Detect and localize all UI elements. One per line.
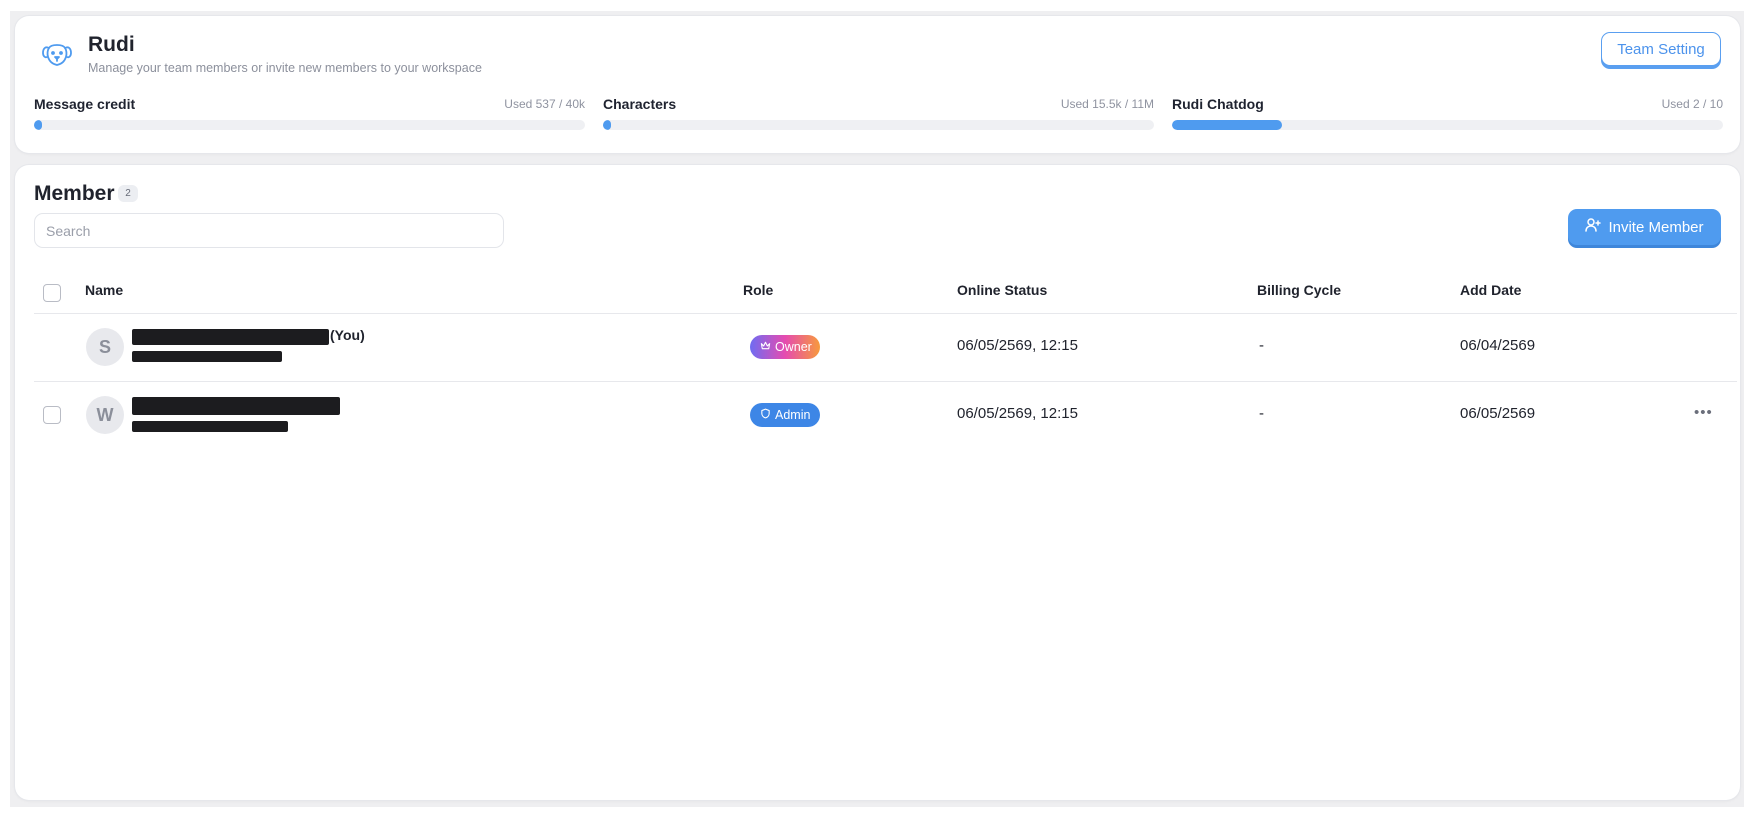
user-plus-icon — [1585, 217, 1602, 237]
workspace-card: Rudi Manage your team members or invite … — [15, 16, 1740, 153]
usage-progress-track — [34, 120, 585, 130]
column-header-role: Role — [743, 282, 774, 298]
redacted-email — [132, 351, 282, 362]
usage-progress-track — [1172, 120, 1723, 130]
redacted-email — [132, 421, 288, 432]
avatar: W — [86, 396, 124, 434]
add-date-cell: 06/05/2569 — [1460, 405, 1536, 422]
crown-icon — [760, 340, 771, 354]
invite-member-button[interactable]: Invite Member — [1568, 209, 1721, 245]
redacted-name — [132, 329, 329, 345]
redacted-name — [132, 397, 340, 415]
role-badge-owner: Owner — [750, 335, 820, 359]
usage-used-text: Used 15.5k / 11M — [1060, 97, 1154, 111]
usage-progress-fill — [34, 120, 42, 130]
select-all-checkbox[interactable] — [43, 284, 61, 302]
you-tag: (You) — [330, 327, 365, 343]
column-header-online-status: Online Status — [957, 282, 1048, 298]
table-row: W Admin 06/05/2569, 12:15 - 06/05/2569 •… — [15, 382, 1740, 448]
usage-progress-fill — [603, 120, 611, 130]
search-input[interactable] — [34, 213, 504, 248]
column-header-name: Name — [85, 282, 124, 298]
member-section-title: Member — [34, 182, 115, 205]
workspace-name: Rudi — [88, 33, 135, 56]
online-status-cell: 06/05/2569, 12:15 — [957, 405, 1078, 422]
table-row: S (You) Owner 06/05/2569, 12:15 - 06/04/… — [15, 314, 1740, 380]
role-badge-admin: Admin — [750, 403, 820, 427]
billing-cycle-cell: - — [1259, 337, 1264, 354]
member-card: Member 2 Invite Member Name Role Online … — [15, 165, 1740, 800]
usage-label: Message credit — [34, 96, 136, 112]
workspace-subtitle: Manage your team members or invite new m… — [88, 61, 482, 75]
online-status-cell: 06/05/2569, 12:15 — [957, 337, 1078, 354]
member-count-badge: 2 — [118, 185, 138, 202]
add-date-cell: 06/04/2569 — [1460, 337, 1536, 354]
column-header-billing-cycle: Billing Cycle — [1257, 282, 1342, 298]
usage-progress-fill — [1172, 120, 1283, 130]
role-label: Admin — [775, 408, 811, 422]
team-setting-button[interactable]: Team Setting — [1601, 32, 1721, 66]
column-header-add-date: Add Date — [1460, 282, 1522, 298]
billing-cycle-cell: - — [1259, 405, 1264, 422]
more-horizontal-icon[interactable]: ••• — [1694, 404, 1713, 421]
usage-used-text: Used 2 / 10 — [1661, 97, 1723, 111]
role-label: Owner — [775, 340, 812, 354]
shield-icon — [760, 408, 771, 422]
invite-member-label: Invite Member — [1608, 218, 1704, 236]
usage-label: Rudi Chatdog — [1172, 96, 1264, 112]
usage-label: Characters — [603, 96, 677, 112]
dog-face-icon — [39, 36, 75, 72]
row-select-checkbox[interactable] — [43, 406, 61, 424]
avatar: S — [86, 328, 124, 366]
usage-used-text: Used 537 / 40k — [504, 97, 585, 111]
usage-progress-track — [603, 120, 1154, 130]
